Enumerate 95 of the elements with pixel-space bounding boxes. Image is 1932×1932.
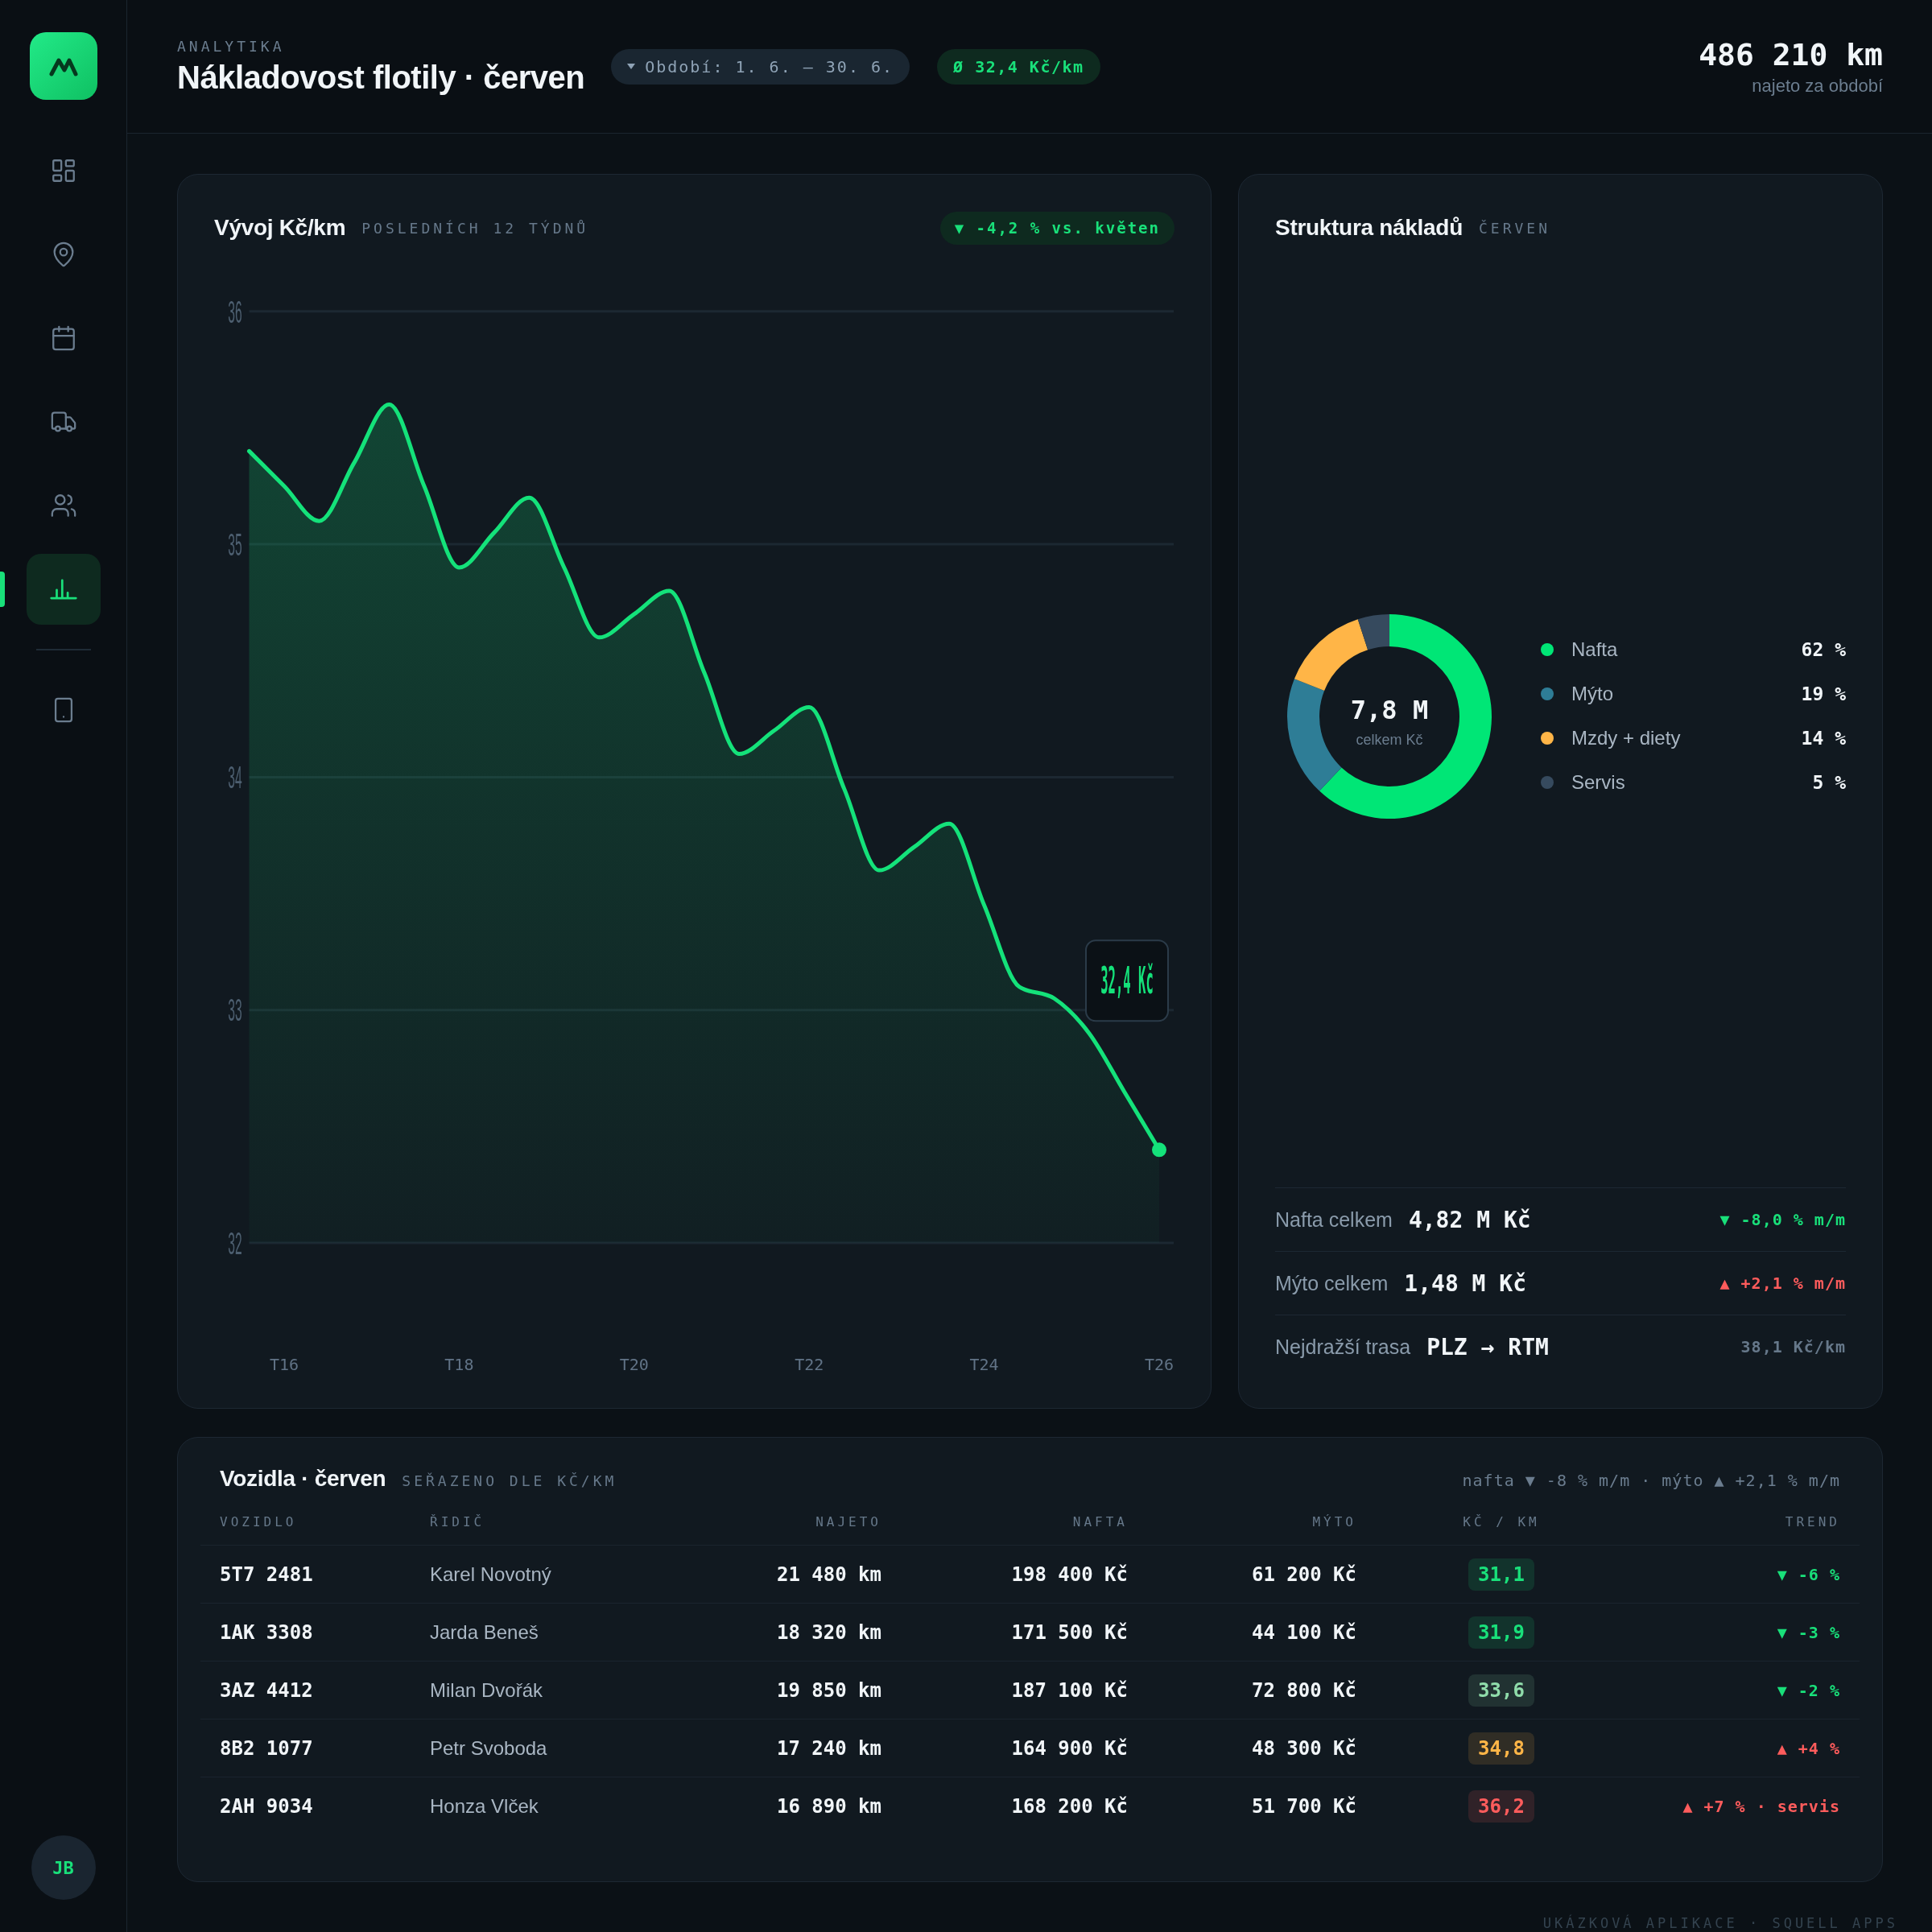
axis-label: 33	[228, 993, 242, 1028]
table-cell-text: Honza Vlček	[429, 1794, 539, 1818]
column-header: NAJETO	[815, 1513, 882, 1530]
legend-value: 14 %	[1801, 728, 1846, 749]
caret-icon	[627, 64, 636, 69]
trend-cell: ▼ -3 %	[1777, 1622, 1840, 1642]
card-title: Vývoj Kč/km	[214, 215, 346, 241]
table-cell-text: 164 900 Kč	[1010, 1736, 1129, 1760]
axis-label: 35	[228, 526, 242, 562]
axis-label: T24	[969, 1355, 999, 1374]
table-cell-text: 16 890 km	[775, 1794, 882, 1818]
axis-label: T16	[269, 1355, 299, 1374]
table-cell-text: 61 200 Kč	[1250, 1563, 1357, 1586]
user-avatar[interactable]: JB	[31, 1835, 96, 1900]
axis-label: 36	[228, 294, 242, 329]
eyebrow-label: ANALYTIKA	[177, 37, 286, 55]
table-cell-text: 51 700 Kč	[1250, 1794, 1357, 1818]
table-cell-text: Karel Novotný	[429, 1563, 552, 1586]
cost-value: 36,2	[1478, 1796, 1525, 1816]
table-cell-text: 17 240 km	[775, 1736, 882, 1760]
axis-label: 34	[228, 759, 242, 795]
table-cell-text: 48 300 Kč	[1250, 1736, 1357, 1760]
footer-note: UKÁZKOVÁ APLIKACE · SQUELL APPS	[1542, 1915, 1898, 1931]
legend-value: 19 %	[1801, 683, 1846, 704]
table-summary: nafta ▼ -8 % m/m · mýto ▲ +2,1 % m/m	[1462, 1471, 1840, 1490]
column-header: MÝTO	[1311, 1513, 1357, 1530]
table-cell-text: 5T7 2481	[219, 1563, 314, 1586]
active-indicator	[0, 572, 5, 607]
axis-label: T18	[444, 1355, 474, 1374]
table-cell-text: 18 320 km	[775, 1620, 882, 1644]
annotation: 32,4 Kč	[1100, 959, 1154, 1003]
table-cell-text: 72 800 Kč	[1250, 1678, 1357, 1702]
legend-value: 5 %	[1812, 772, 1846, 793]
column-header: VOZIDLO	[219, 1513, 298, 1530]
axis-label: T22	[795, 1355, 824, 1374]
cost-value: 34,8	[1478, 1738, 1525, 1758]
column-header: KČ / KM	[1462, 1513, 1541, 1530]
table-cell-text: Milan Dvořák	[429, 1678, 544, 1702]
total-caption: najeto za období	[1752, 75, 1883, 97]
table-cell-text: 168 200 Kč	[1010, 1794, 1129, 1818]
table-subtitle: SEŘAZENO DLE KČ/KM	[402, 1472, 617, 1489]
cost-value: 31,1	[1478, 1564, 1525, 1584]
table-title: Vozidla · červen	[220, 1466, 386, 1492]
page-title: Nákladovost flotily · červen	[177, 59, 585, 96]
legend-value: 62 %	[1801, 639, 1846, 660]
stat-value: 1,48 M Kč	[1404, 1269, 1527, 1297]
period-dropdown[interactable]: Období: 1. 6. – 30. 6.	[611, 48, 910, 85]
table-cell-text: 171 500 Kč	[1010, 1620, 1129, 1644]
stat-label: Nafta celkem	[1275, 1208, 1393, 1232]
donut-caption: celkem Kč	[1356, 731, 1423, 748]
donut-total: 7,8 M	[1350, 694, 1429, 725]
stat-change: ▼ -8,0 % m/m	[1719, 1210, 1846, 1229]
bar-chart-icon	[49, 579, 77, 600]
table-cell-text: 2AH 9034	[219, 1794, 314, 1818]
stat-value: PLZ → RTM	[1426, 1333, 1549, 1360]
stat-change: ▲ +2,1 % m/m	[1719, 1274, 1846, 1293]
trend-cell: ▼ -6 %	[1777, 1564, 1840, 1584]
table-cell-text: Jarda Beneš	[429, 1620, 539, 1644]
axis-label: T20	[619, 1355, 649, 1374]
table-cell-text: 3AZ 4412	[219, 1678, 314, 1702]
stat-label: Mýto celkem	[1275, 1271, 1389, 1295]
column-header: TREND	[1784, 1513, 1841, 1530]
table-cell-text: 187 100 Kč	[1010, 1678, 1129, 1702]
table-cell-text: 1AK 3308	[219, 1620, 314, 1644]
axis-label: 32	[228, 1225, 242, 1261]
card-subtitle: ČERVEN	[1478, 219, 1550, 237]
axis-label: T26	[1144, 1355, 1174, 1374]
stat-label: Nejdražší trasa	[1275, 1335, 1411, 1359]
table-cell-text: 198 400 Kč	[1010, 1563, 1129, 1586]
trend-cell: ▼ -2 %	[1777, 1680, 1840, 1700]
average-badge: Ø 32,4 Kč/km	[937, 48, 1100, 85]
trend-cell: ▲ +7 % · servis	[1682, 1796, 1840, 1816]
value-tooltip: 32,4 Kč	[1085, 939, 1169, 1022]
trend-cell: ▲ +4 %	[1777, 1738, 1840, 1758]
cost-value: 33,6	[1478, 1680, 1525, 1700]
logo-icon[interactable]	[29, 32, 97, 100]
table-cell-text: 8B2 1077	[219, 1736, 314, 1760]
change-badge: ▼ -4,2 % vs. květen	[939, 211, 1174, 245]
card-subtitle: POSLEDNÍCH 12 TÝDNŮ	[361, 219, 589, 237]
legend-label: Mýto	[1571, 683, 1613, 705]
legend-label: Servis	[1571, 771, 1625, 794]
legend-label: Mzdy + diety	[1571, 727, 1681, 749]
column-header: ŘIDIČ	[429, 1513, 486, 1530]
stat-value: 4,82 M Kč	[1408, 1206, 1531, 1233]
total-distance: 486 210 km	[1699, 36, 1883, 72]
users-icon	[49, 492, 77, 519]
legend-label: Nafta	[1571, 638, 1618, 661]
card-title: Struktura nákladů	[1275, 215, 1463, 241]
table-cell-text: 21 480 km	[775, 1563, 882, 1586]
cost-value: 31,9	[1478, 1622, 1525, 1642]
table-cell-text: 19 850 km	[775, 1678, 882, 1702]
table-cell-text: Petr Svoboda	[429, 1736, 548, 1760]
column-header: NAFTA	[1071, 1513, 1129, 1530]
table-cell-text: 44 100 Kč	[1250, 1620, 1357, 1644]
stat-change: 38,1 Kč/km	[1740, 1337, 1846, 1356]
